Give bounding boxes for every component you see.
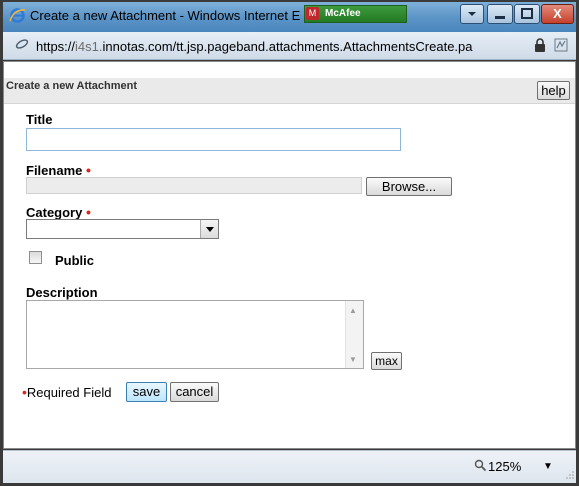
save-button[interactable]: save [126,382,167,402]
url-scheme: https:// [36,39,76,54]
lock-icon[interactable] [534,38,546,52]
required-field-note: •Required Field [22,384,111,400]
scroll-up-icon[interactable]: ▲ [349,306,357,315]
zoom-level[interactable]: 125% [488,459,521,474]
maximize-icon [521,8,533,19]
title-label: Title [26,112,53,127]
magnifier-icon[interactable] [474,459,487,472]
required-marker: • [85,204,91,220]
compatibility-view-icon[interactable] [554,38,568,52]
resize-grip-icon[interactable] [566,471,574,479]
filename-label-text: Filename [26,163,83,178]
url-host: innotas.com [102,39,173,54]
minimize-button[interactable] [487,4,513,24]
title-input[interactable] [26,128,401,151]
mcafee-dropdown-button[interactable] [460,4,484,24]
chevron-down-icon [468,12,476,16]
description-textarea[interactable] [26,300,364,369]
category-select[interactable] [26,219,219,239]
scroll-down-icon[interactable]: ▼ [349,355,357,364]
category-dropdown-button[interactable] [200,220,218,238]
mcafee-shield-icon: M [306,7,319,20]
window-title: Create a new Attachment - Windows Intern… [30,8,301,23]
required-field-text: Required Field [26,385,112,400]
max-button[interactable]: max [371,352,402,370]
url-path: /tt.jsp.pageband.attachments.Attachments… [172,39,473,54]
page-icon [15,39,29,49]
close-button[interactable]: X [541,4,574,24]
mcafee-badge[interactable]: McAfee [304,5,407,23]
internet-explorer-icon [9,8,26,23]
category-label: Category • [26,204,91,220]
cancel-button[interactable]: cancel [170,382,219,402]
filename-field[interactable] [26,177,362,194]
public-label: Public [55,253,95,268]
required-marker: • [85,162,91,178]
url-text[interactable]: https://i4s1.innotas.com/tt.jsp.pageband… [36,39,473,54]
minimize-icon [495,16,505,19]
page-title: Create a new Attachment [6,80,138,92]
maximize-button[interactable] [514,4,540,24]
public-checkbox[interactable] [29,251,42,264]
filename-label: Filename • [26,162,91,178]
url-subdomain: i4s1. [75,39,103,54]
description-label: Description [26,285,98,300]
help-button[interactable]: help [537,81,570,100]
zoom-dropdown-icon[interactable]: ▼ [543,461,553,472]
browse-button[interactable]: Browse... [366,177,452,196]
chevron-down-icon [206,227,214,232]
category-label-text: Category [26,205,83,220]
